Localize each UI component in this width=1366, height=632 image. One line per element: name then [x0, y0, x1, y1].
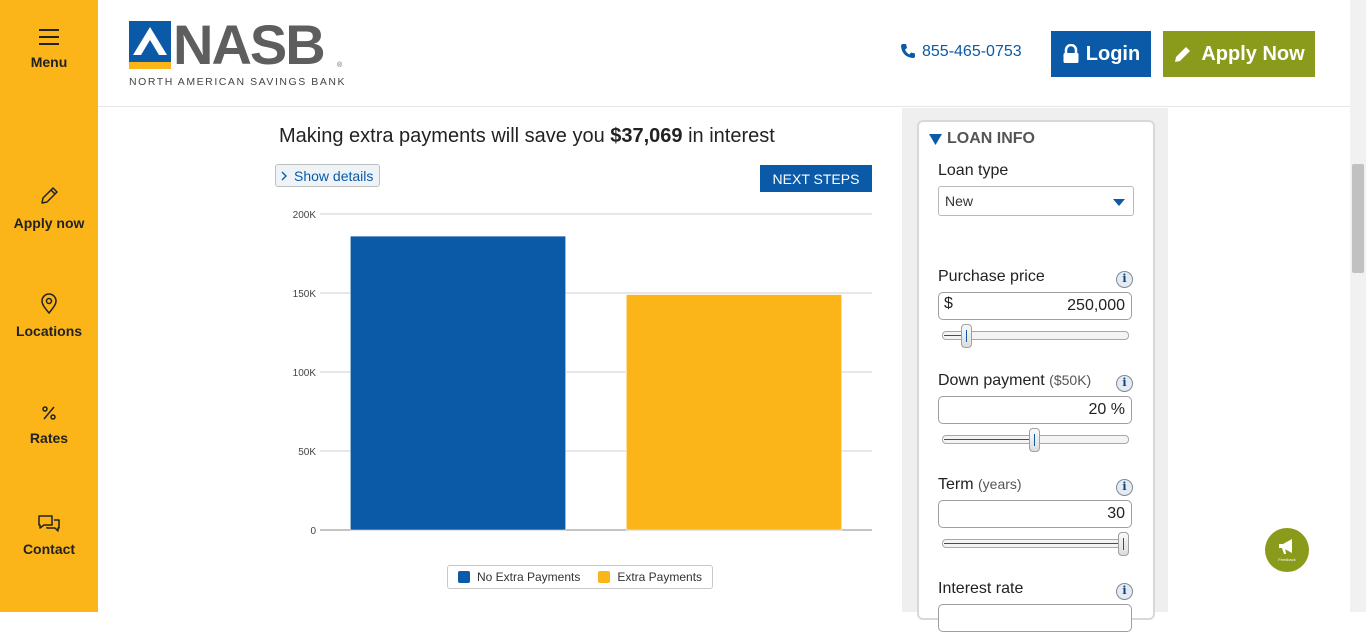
purchase-price-label: Purchase price: [938, 268, 1045, 285]
interest-rate-label: Interest rate: [938, 580, 1024, 597]
headline-text-end: in interest: [682, 125, 775, 147]
locations-label: Locations: [15, 323, 83, 339]
next-steps-button[interactable]: NEXT STEPS: [760, 165, 872, 192]
megaphone-icon: [1279, 539, 1292, 554]
term-label-text: Term: [938, 476, 974, 493]
nasb-logo[interactable]: NASB ® NORTH AMERICAN SAVINGS BANK: [129, 14, 347, 89]
purchase-price-input[interactable]: $ 250,000: [938, 292, 1132, 320]
contact-label: Contact: [22, 541, 76, 557]
slider-thumb[interactable]: [1118, 532, 1129, 556]
login-label: Login: [1085, 42, 1141, 65]
headline-text: Making extra payments will save you: [279, 125, 611, 147]
legend-label: No Extra Payments: [476, 570, 581, 584]
feedback-button[interactable]: Feedback: [1265, 528, 1309, 572]
savings-headline: Making extra payments will save you $37,…: [279, 125, 775, 148]
info-icon[interactable]: i: [1116, 375, 1133, 392]
loan-info-title: LOAN INFO: [947, 130, 1035, 147]
savings-amount: $37,069: [610, 125, 683, 147]
loan-info-toggle[interactable]: LOAN INFO: [929, 130, 1035, 148]
loan-type-select[interactable]: New: [938, 186, 1134, 216]
bar: [350, 235, 566, 531]
term-input[interactable]: 30: [938, 500, 1132, 528]
down-payment-slider[interactable]: [942, 428, 1129, 452]
show-details-toggle[interactable]: Show details: [275, 164, 381, 187]
purchase-price-slider[interactable]: [942, 324, 1129, 348]
info-icon[interactable]: i: [1116, 271, 1133, 288]
logo-wordmark: NASB: [173, 13, 326, 76]
down-payment-label-text: Down payment: [938, 372, 1045, 389]
chat-bubbles-icon: [38, 515, 60, 532]
info-icon[interactable]: i: [1116, 583, 1133, 600]
interest-bar-chart: 0 50K 100K 150K 200K: [293, 210, 872, 537]
info-icon[interactable]: i: [1116, 479, 1133, 496]
feedback-label: Feedback: [1278, 557, 1296, 562]
y-tick-label: 150K: [293, 289, 317, 300]
logo-tagline: NORTH AMERICAN SAVINGS BANK: [129, 76, 347, 88]
menu-label: Menu: [30, 54, 68, 70]
term-slider[interactable]: [942, 532, 1129, 556]
down-payment-input[interactable]: 20 %: [938, 396, 1132, 424]
term-value: 30: [1107, 505, 1125, 522]
currency-prefix: $: [944, 295, 953, 312]
logo-registered: ®: [337, 62, 343, 69]
caret-down-icon: [1113, 199, 1125, 206]
chevron-right-icon: [281, 171, 287, 180]
chart-legend: No Extra Payments Extra Payments: [447, 565, 713, 589]
nav-rates[interactable]: Rates: [0, 404, 98, 446]
page-scrollbar[interactable]: [1350, 0, 1366, 612]
triangle-down-icon: [929, 133, 942, 145]
legend-swatch: [598, 571, 611, 583]
scrollbar-thumb[interactable]: [1352, 164, 1364, 273]
logo-mark: [129, 21, 171, 69]
loan-type-value: New: [945, 193, 974, 209]
y-tick-label: 0: [310, 526, 316, 537]
y-tick-label: 200K: [293, 210, 317, 221]
y-tick-label: 50K: [298, 447, 316, 458]
term-label: Term (years): [938, 476, 1022, 494]
nav-contact[interactable]: Contact: [0, 513, 98, 557]
legend-item-no-extra[interactable]: No Extra Payments: [457, 570, 581, 584]
percent-icon: [42, 406, 56, 420]
slider-thumb[interactable]: [1028, 428, 1040, 452]
lock-icon: [1063, 44, 1079, 63]
pencil-icon: [1175, 47, 1191, 62]
phone-number: 855-465-0753: [922, 43, 1022, 60]
left-nav: Menu Apply now Locations Rates Contact: [0, 0, 98, 612]
rates-label: Rates: [29, 430, 69, 446]
slider-thumb[interactable]: [960, 324, 972, 348]
bar: [626, 294, 842, 531]
legend-swatch: [457, 571, 470, 583]
legend-item-extra[interactable]: Extra Payments: [598, 570, 702, 584]
apply-now-button[interactable]: Apply Now: [1163, 31, 1315, 77]
site-header: NASB ® NORTH AMERICAN SAVINGS BANK 855-4…: [98, 0, 1350, 107]
login-button[interactable]: Login: [1051, 31, 1151, 77]
show-details-label: Show details: [294, 167, 374, 184]
menu-button[interactable]: Menu: [0, 28, 98, 70]
apply-now-label: Apply now: [13, 215, 85, 231]
apply-now-button-label: Apply Now: [1201, 42, 1305, 65]
hamburger-icon: [39, 29, 59, 45]
nav-apply-now[interactable]: Apply now: [0, 185, 98, 231]
down-payment-label: Down payment ($50K): [938, 372, 1091, 390]
interest-rate-input[interactable]: [938, 604, 1132, 632]
nav-locations[interactable]: Locations: [0, 293, 98, 339]
phone-link[interactable]: 855-465-0753: [900, 43, 1022, 61]
map-pin-icon: [41, 293, 57, 315]
phone-icon: [901, 44, 915, 58]
loan-type-label: Loan type: [938, 162, 1009, 179]
down-payment-value: 20 %: [1088, 401, 1125, 418]
pencil-icon: [41, 187, 58, 204]
legend-label: Extra Payments: [617, 570, 703, 584]
down-payment-amount: ($50K): [1049, 372, 1092, 388]
y-tick-label: 100K: [293, 368, 317, 379]
purchase-price-value: 250,000: [1067, 297, 1125, 314]
term-unit: (years): [978, 476, 1022, 492]
